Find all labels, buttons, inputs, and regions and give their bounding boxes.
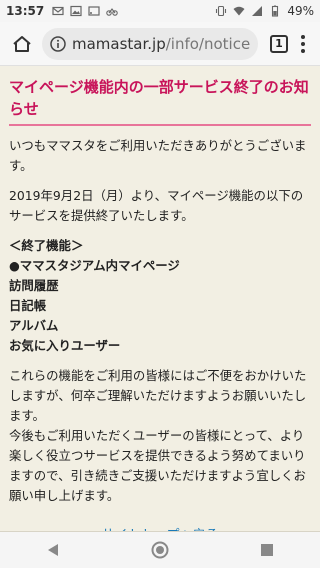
mail-icon	[52, 6, 64, 16]
image-icon	[70, 5, 82, 17]
address-bar[interactable]: mamastar.jp/info/notice/20	[42, 27, 258, 60]
list-item: 日記帳	[9, 298, 47, 313]
notice-content: マイページ機能内の一部サービス終了のお知らせ いつもママスタをご利用いただきあり…	[0, 66, 320, 543]
list-item: お気に入りユーザー	[9, 338, 121, 353]
info-icon	[50, 35, 66, 52]
wifi-icon	[233, 6, 245, 16]
battery-icon	[272, 5, 279, 17]
notice-title: マイページ機能内の一部サービス終了のお知らせ	[9, 74, 311, 126]
signal-icon	[252, 6, 263, 16]
recents-icon	[260, 544, 273, 556]
notification-icons	[52, 5, 118, 17]
back-icon	[48, 544, 59, 556]
ended-feature-list: ●ママスタジアム内マイページ 訪問履歴 日記帳 アルバム お気に入りユーザー	[9, 256, 311, 356]
closing-text: 今後もご利用いただくユーザーの皆様にとって、より楽しく役立つサービスを提供できる…	[9, 428, 306, 503]
system-icons: 49%	[215, 4, 314, 18]
system-nav-bar	[0, 532, 320, 568]
list-item: 訪問履歴	[9, 278, 59, 293]
recents-button[interactable]	[247, 535, 287, 565]
bike-icon	[106, 8, 118, 16]
battery-level: 49%	[287, 4, 314, 18]
home-button[interactable]	[8, 30, 36, 58]
greeting-text: いつもママスタをご利用いただきありがとうございます。	[9, 138, 307, 173]
cast-icon	[88, 6, 100, 16]
status-bar: 13:57 49%	[0, 0, 320, 22]
vibrate-icon	[216, 5, 227, 17]
list-item: ●ママスタジアム内マイページ	[9, 258, 180, 273]
tab-switcher-button[interactable]: 1	[270, 34, 288, 53]
intro-text: 2019年9月2日（月）より、マイページ機能の以下のサービスを提供終了いたします…	[9, 188, 304, 223]
home-icon	[13, 35, 31, 52]
home-nav-button[interactable]	[140, 535, 180, 565]
overflow-menu-button[interactable]	[294, 34, 312, 53]
url-text: mamastar.jp/info/notice/20	[72, 35, 250, 53]
url-path: /info/notice/20	[165, 34, 250, 53]
apology-text: これらの機能をご利用の皆様にはご不便をおかけいたしますが、何卒ご理解いただけます…	[9, 368, 307, 423]
home-circle-icon	[151, 541, 169, 559]
section-heading: ＜終了機能＞	[9, 238, 84, 253]
list-item: アルバム	[9, 318, 59, 333]
back-button[interactable]	[33, 535, 73, 565]
browser-toolbar: mamastar.jp/info/notice/20 1	[0, 22, 320, 66]
status-time: 13:57	[6, 4, 45, 18]
url-host: mamastar.jp	[72, 34, 166, 53]
